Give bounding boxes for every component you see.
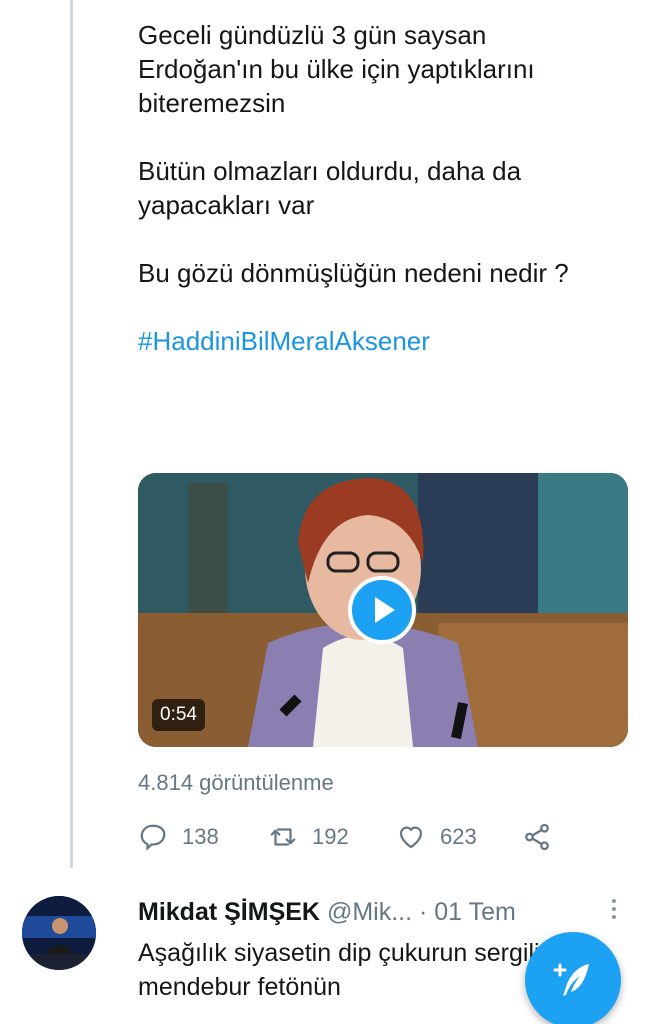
tweet-actions: 138 192 623: [138, 822, 618, 854]
like-button[interactable]: 623: [396, 822, 477, 852]
play-icon: [375, 597, 395, 623]
hashtag-link[interactable]: #HaddiniBilMeralAksener: [138, 324, 618, 358]
user-name[interactable]: Mikdat ŞİMŞEK: [138, 898, 320, 926]
more-options-icon[interactable]: [604, 896, 624, 926]
share-button[interactable]: [522, 822, 552, 852]
compose-tweet-icon: [553, 963, 589, 996]
heart-icon: [399, 826, 423, 849]
avatar[interactable]: [22, 896, 96, 970]
play-button[interactable]: [348, 576, 416, 644]
compose-button[interactable]: [525, 932, 621, 1024]
reply-icon: [140, 824, 166, 851]
video-duration: 0:54: [152, 699, 205, 731]
tweet-paragraph-1: Geceli gündüzlü 3 gün saysan Erdoğan'ın …: [138, 20, 535, 118]
like-count: 623: [440, 824, 477, 849]
thread-connector-line: [70, 0, 73, 868]
reply-button[interactable]: 138: [138, 822, 219, 852]
reply-header: Mikdat ŞİMŞEK @Mik... · 01 Tem: [138, 898, 628, 927]
reply-date: 01 Tem: [434, 898, 516, 926]
separator-dot: ·: [419, 898, 428, 926]
avatar-image: [22, 896, 96, 970]
view-count: 4.814 görüntülenme: [138, 770, 334, 795]
retweet-icon: [270, 828, 296, 846]
video-thumbnail[interactable]: 0:54: [138, 473, 628, 747]
user-handle[interactable]: @Mik...: [327, 898, 412, 926]
retweet-count: 192: [312, 824, 349, 849]
tweet-paragraph-3: Bu gözü dönmüşlüğün nedeni nedir ?: [138, 258, 569, 288]
retweet-button[interactable]: 192: [268, 822, 349, 852]
tweet-paragraph-2: Bütün olmazları oldurdu, daha da yapacak…: [138, 156, 522, 220]
tweet-text: Geceli gündüzlü 3 gün saysan Erdoğan'ın …: [138, 18, 618, 358]
reply-count: 138: [182, 824, 219, 849]
share-icon: [525, 823, 549, 851]
